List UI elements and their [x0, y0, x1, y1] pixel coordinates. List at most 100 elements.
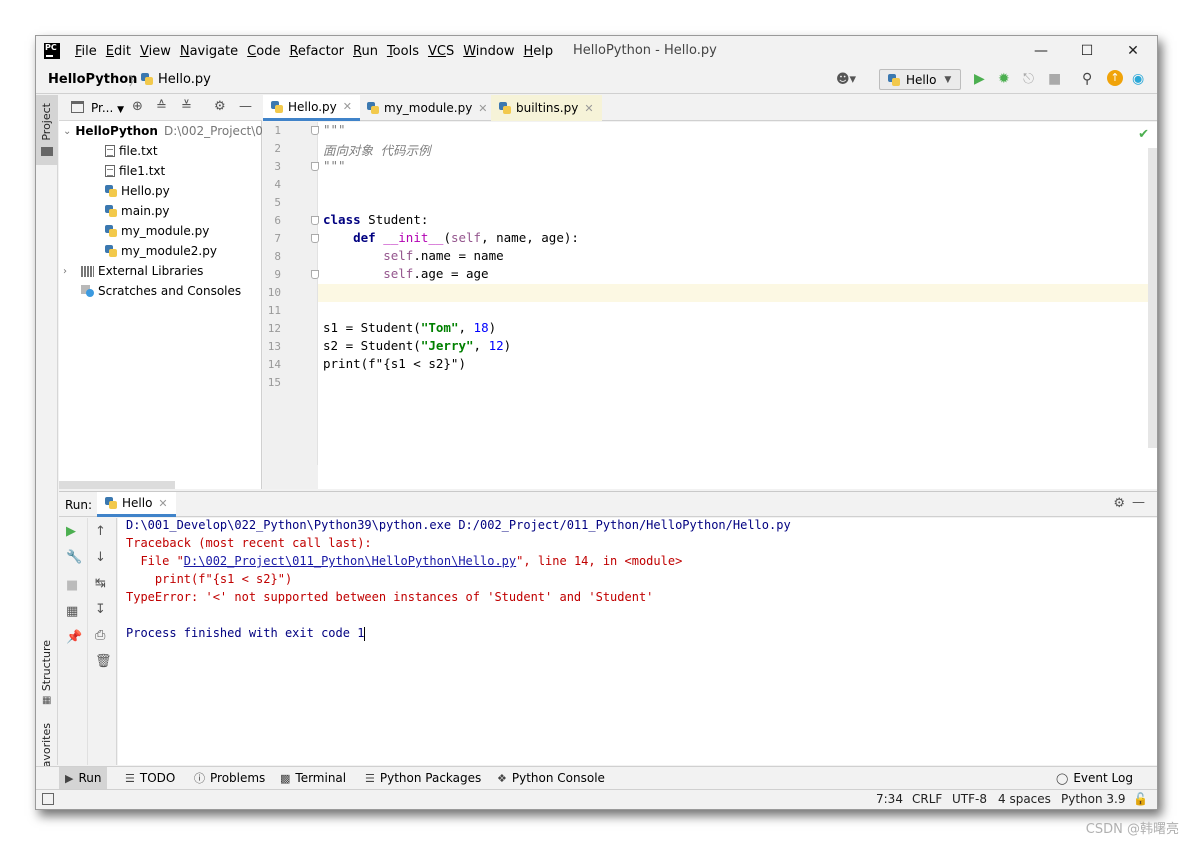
tree-root-project[interactable]: ⌄ HelloPython D:\002_Project\011_Python\… [59, 121, 262, 141]
hide-icon[interactable]: — [1132, 495, 1145, 510]
python-console-tool-button[interactable]: ❖ Python Console [491, 767, 611, 789]
menu-vcs[interactable]: VCS [424, 44, 458, 59]
code-line-1: """ [323, 122, 346, 137]
editor-scrollbar[interactable] [1148, 148, 1157, 448]
menu-view[interactable]: View [136, 44, 175, 59]
indent-setting[interactable]: 4 spaces [998, 792, 1051, 806]
run-icon[interactable]: ▶ [974, 71, 985, 87]
tree-item-file-txt[interactable]: file.txt [59, 141, 262, 161]
python-file-icon [499, 102, 511, 114]
fold-marker-icon[interactable] [311, 270, 319, 279]
user-icon[interactable]: ☻▾ [836, 72, 856, 87]
scroll-to-end-icon[interactable]: ↧ [95, 602, 106, 617]
close-tab-icon[interactable]: ✕ [584, 102, 593, 115]
tab-my-module-py[interactable]: my_module.py ✕ [359, 95, 496, 121]
debug-icon[interactable]: ✹ [998, 71, 1010, 87]
terminal-tool-button[interactable]: ▩ Terminal [274, 767, 352, 789]
rerun-icon[interactable]: ▶ [66, 524, 76, 539]
fold-marker-icon[interactable] [311, 234, 319, 243]
project-tool-label: Project [40, 103, 53, 141]
menu-tools[interactable]: Tools [383, 44, 423, 59]
locate-icon[interactable]: ⊕ [132, 99, 143, 114]
close-tab-icon[interactable]: ✕ [478, 102, 487, 115]
menu-code[interactable]: Code [243, 44, 284, 59]
file-encoding[interactable]: UTF-8 [952, 792, 987, 806]
traceback-file-link[interactable]: D:\002_Project\011_Python\HelloPython\He… [184, 554, 516, 568]
menu-refactor[interactable]: Refactor [285, 44, 348, 59]
menu-file[interactable]: File [71, 44, 101, 59]
chevron-down-icon: ⌄ [63, 125, 72, 137]
tree-item-my-module-py[interactable]: my_module.py [59, 221, 262, 241]
menu-run[interactable]: Run [349, 44, 382, 59]
jetbrains-toolbox-icon[interactable]: ◉ [1132, 71, 1144, 87]
project-tool-button[interactable]: Project [36, 95, 58, 165]
console-code-line: print(f"{s1 < s2}") [126, 572, 293, 586]
arrow-up-icon[interactable]: ↑ [95, 524, 106, 539]
stop-icon[interactable]: ■ [1048, 71, 1061, 87]
collapse-all-icon[interactable]: ≚ [181, 99, 192, 114]
tree-item-hello-py[interactable]: Hello.py [59, 181, 262, 201]
toggle-tool-windows-icon[interactable] [42, 793, 54, 805]
update-icon[interactable]: ↑ [1107, 70, 1123, 86]
line-number: 15 [267, 376, 281, 389]
inspection-ok-icon[interactable]: ✔ [1138, 127, 1149, 142]
wrench-icon[interactable]: 🔧 [66, 550, 82, 565]
run-tool-button[interactable]: ▶ Run [59, 767, 108, 789]
trash-icon[interactable]: 🗑 [95, 654, 112, 669]
menu-window[interactable]: Window [459, 44, 518, 59]
hide-icon[interactable]: — [239, 99, 252, 114]
code-editor[interactable]: 1 2 3 4 5 6 7 8 9 10 11 12 13 14 15 """ … [263, 122, 1157, 489]
fold-marker-icon[interactable] [311, 126, 319, 135]
maximize-button[interactable]: ☐ [1064, 36, 1110, 66]
pin-icon[interactable]: 📌 [66, 630, 82, 645]
close-tab-icon[interactable]: ✕ [158, 497, 167, 510]
horizontal-scrollbar[interactable] [59, 481, 175, 489]
structure-tool-button[interactable]: Structure [40, 640, 53, 691]
print-icon[interactable]: ⎙ [95, 628, 105, 643]
expand-all-icon[interactable]: ≙ [156, 99, 167, 114]
stop-icon[interactable]: ■ [66, 578, 78, 593]
menu-help[interactable]: Help [520, 44, 558, 59]
problems-tool-button[interactable]: ⓘ Problems [188, 767, 271, 789]
breadcrumb-project[interactable]: HelloPython [48, 72, 137, 87]
breadcrumb-file[interactable]: Hello.py [158, 72, 211, 87]
coverage-icon[interactable]: ⎋ [1023, 71, 1034, 87]
tree-item-main-py[interactable]: main.py [59, 201, 262, 221]
close-tab-icon[interactable]: ✕ [343, 100, 352, 113]
tree-item-my-module2-py[interactable]: my_module2.py [59, 241, 262, 261]
lock-icon[interactable]: 🔓 [1133, 792, 1148, 806]
close-button[interactable]: ✕ [1110, 36, 1156, 66]
line-number: 6 [274, 214, 281, 227]
minimize-button[interactable]: — [1018, 36, 1064, 66]
project-view-icon [71, 101, 84, 113]
event-log-tool-button[interactable]: ◯ Event Log [1050, 767, 1139, 789]
menu-bar: File Edit View Navigate Code Refactor Ru… [71, 36, 558, 66]
run-configuration-select[interactable]: Hello ▼ [879, 69, 961, 90]
fold-marker-icon[interactable] [311, 162, 319, 171]
line-number: 9 [274, 268, 281, 281]
layout-icon[interactable]: ▦ [66, 604, 78, 619]
menu-navigate[interactable]: Navigate [176, 44, 242, 59]
todo-tool-button[interactable]: ☰ TODO [119, 767, 181, 789]
arrow-down-icon[interactable]: ↓ [95, 550, 106, 565]
run-tab-hello[interactable]: Hello ✕ [97, 492, 176, 517]
caret-position[interactable]: 7:34 [876, 792, 903, 806]
python-file-icon [105, 225, 117, 237]
gear-icon[interactable]: ⚙ [214, 99, 226, 114]
tree-item-scratches[interactable]: Scratches and Consoles [59, 281, 262, 301]
python-packages-tool-button[interactable]: ☰ Python Packages [359, 767, 487, 789]
tab-hello-py[interactable]: Hello.py ✕ [263, 95, 360, 121]
soft-wrap-icon[interactable]: ↹ [95, 576, 106, 591]
python-interpreter[interactable]: Python 3.9 [1061, 792, 1126, 806]
tab-builtins-py[interactable]: builtins.py ✕ [491, 95, 602, 121]
tree-item-file1-txt[interactable]: file1.txt [59, 161, 262, 181]
search-icon[interactable]: ⚲ [1082, 71, 1092, 87]
run-console[interactable]: D:\001_Develop\022_Python\Python39\pytho… [118, 518, 1157, 765]
menu-edit[interactable]: Edit [102, 44, 135, 59]
line-separator[interactable]: CRLF [912, 792, 942, 806]
fold-marker-icon[interactable] [311, 216, 319, 225]
tree-item-external-libraries[interactable]: › External Libraries [59, 261, 262, 281]
line-number: 11 [267, 304, 281, 317]
project-view-select[interactable]: Pr... ▼ [91, 101, 124, 115]
gear-icon[interactable]: ⚙ [1113, 496, 1125, 511]
